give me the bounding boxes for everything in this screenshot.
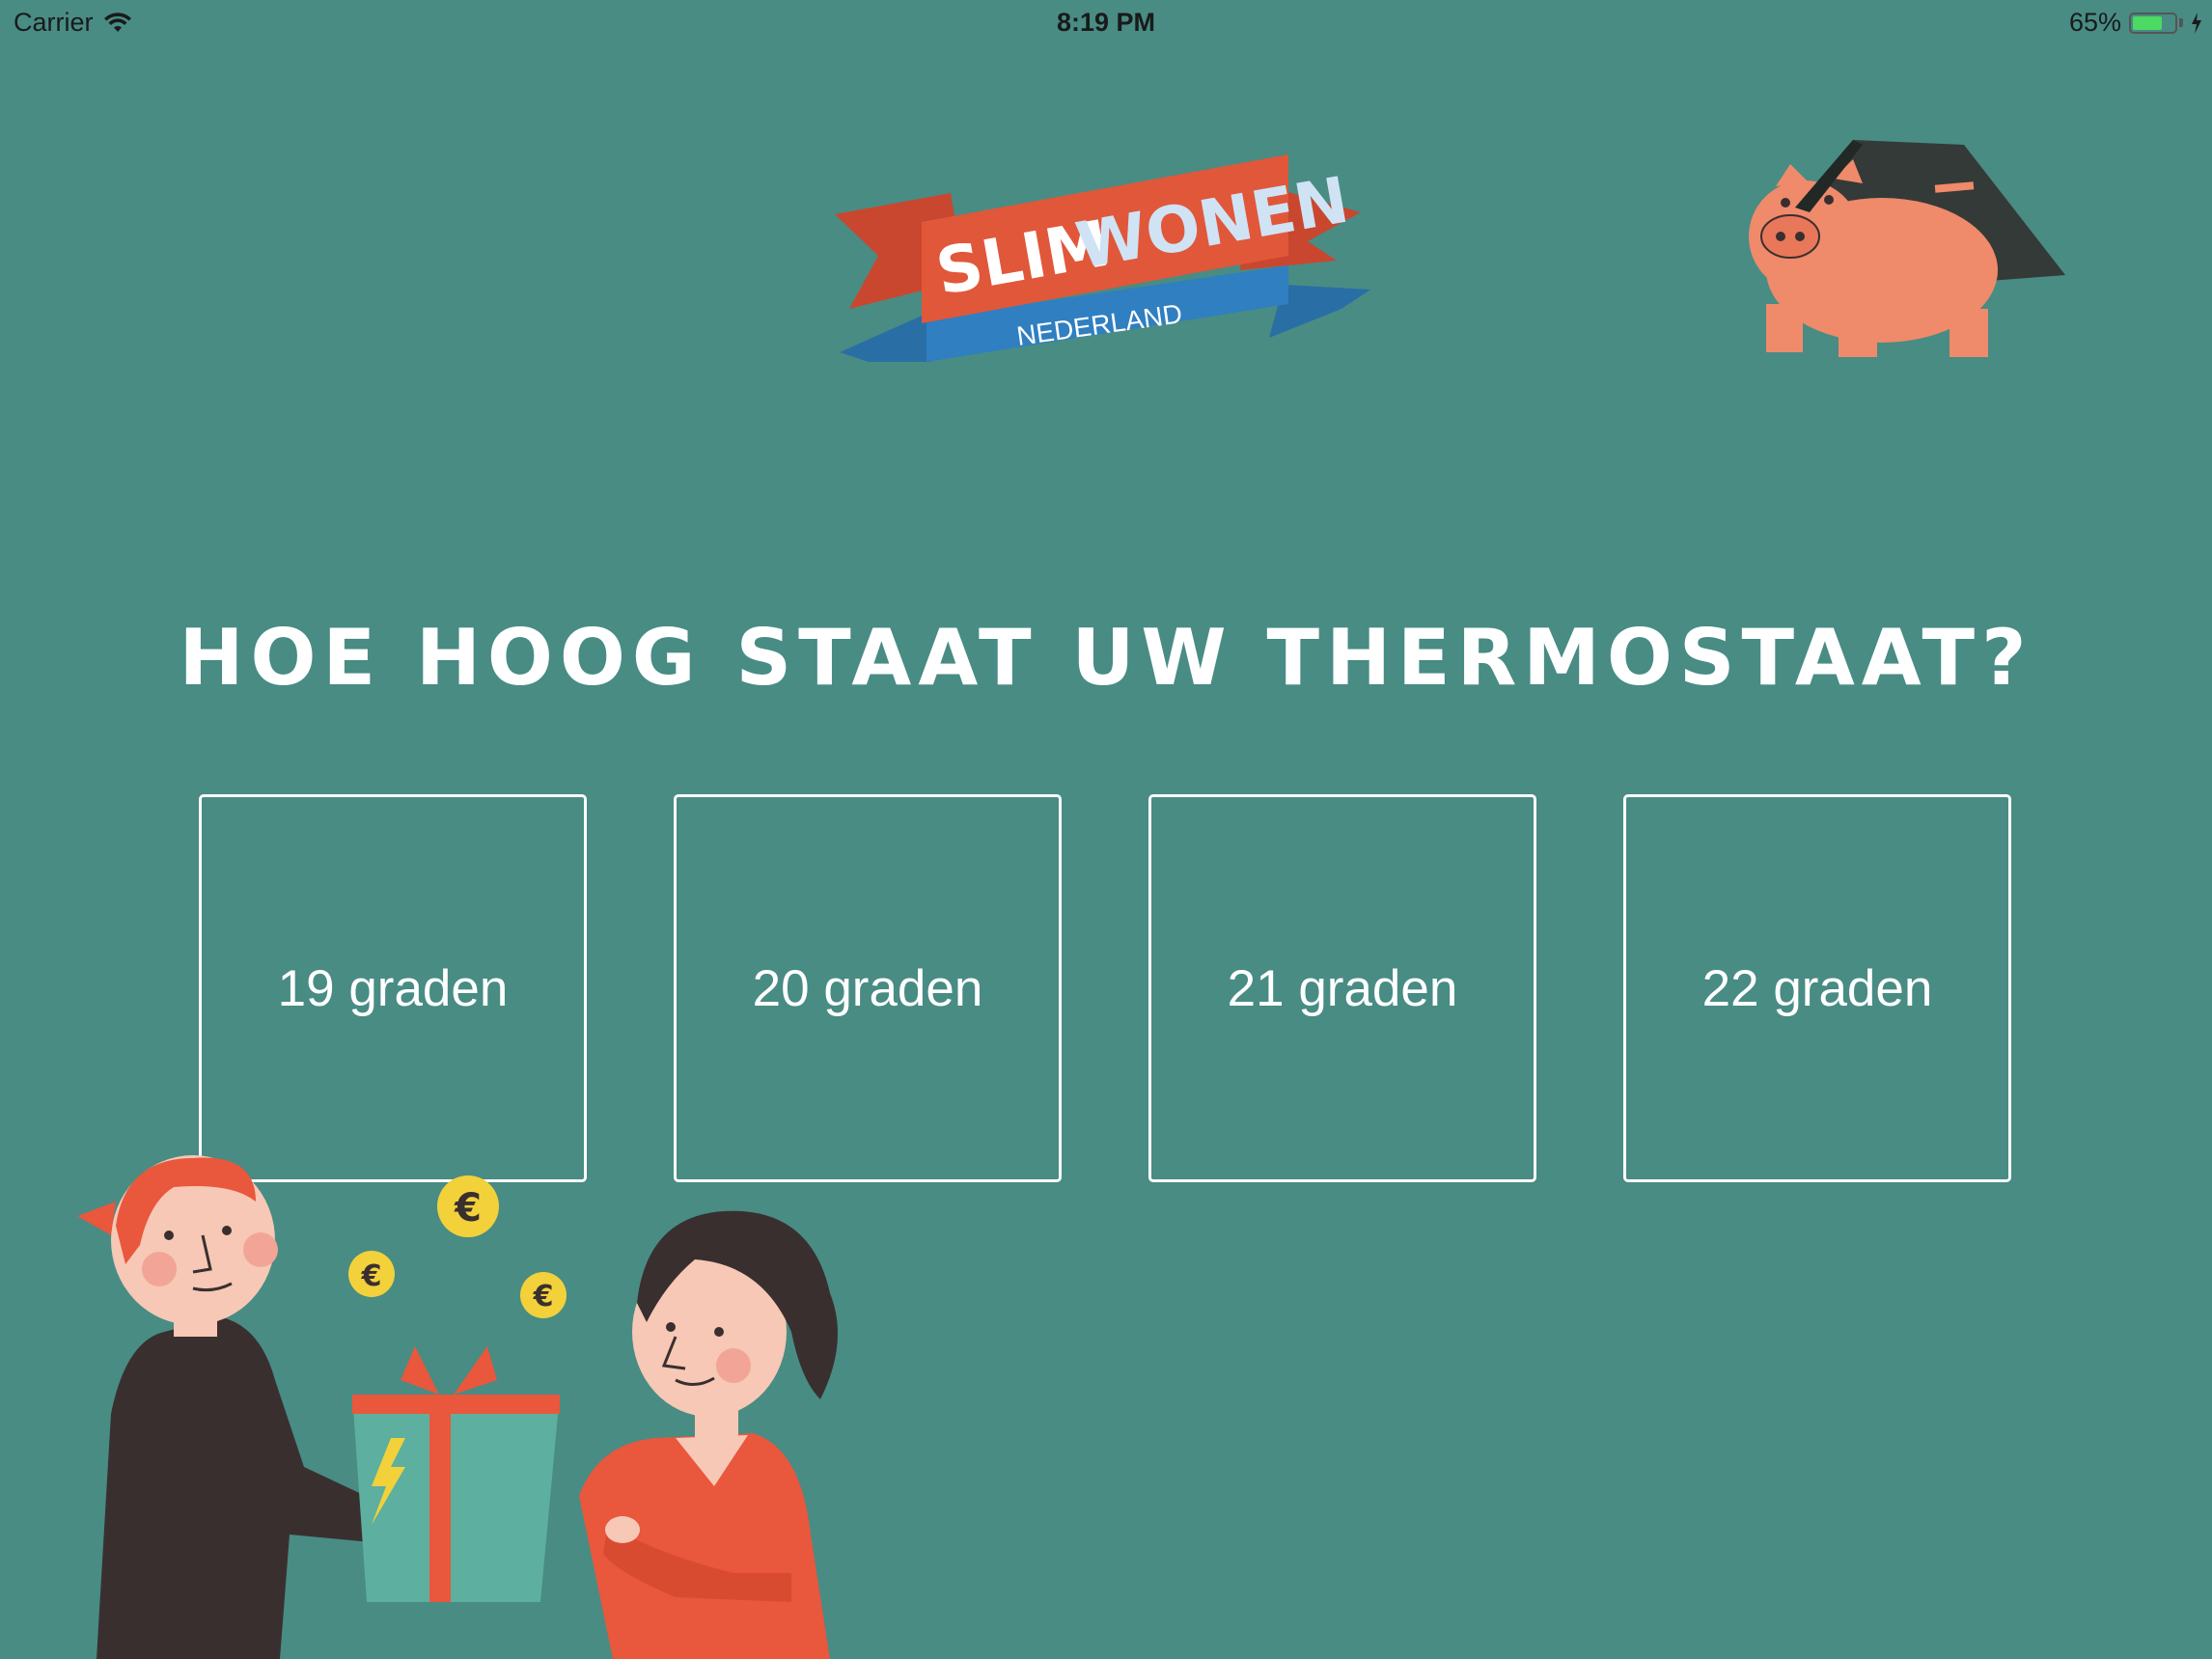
battery-fill (2133, 15, 2162, 30)
svg-text:€: € (533, 1280, 554, 1313)
woman-figure (579, 1210, 838, 1659)
gift-icon (352, 1346, 560, 1602)
question-heading: HOE HOOG STAAT UW THERMOSTAAT? (179, 613, 2033, 703)
piggy-bank-house-icon (1749, 140, 2065, 357)
options-grid: 19 graden 20 graden 21 graden 22 graden (199, 794, 2013, 1182)
status-right: 65% (2069, 8, 2202, 38)
option-20-graden[interactable]: 20 graden (674, 794, 1062, 1182)
status-bar: Carrier 8:19 PM 65% (0, 0, 2212, 46)
battery-percent: 65% (2068, 8, 2121, 37)
status-time: 8:19 PM (1056, 8, 1156, 37)
battery-icon (2129, 12, 2177, 34)
coin-icon: € (348, 1251, 395, 1297)
gift-illustration: € € € (77, 1155, 838, 1659)
charging-bolt-icon (2192, 12, 2201, 34)
battery-nub (2179, 18, 2183, 27)
coin-icon: € (520, 1272, 567, 1318)
svg-text:€: € (454, 1186, 482, 1230)
option-21-graden[interactable]: 21 graden (1148, 794, 1536, 1182)
svg-text:€: € (361, 1259, 382, 1293)
slimwonen-logo: SLIM WONEN NEDERLAND (835, 154, 1370, 362)
coin-icon: € (437, 1175, 499, 1237)
option-22-graden[interactable]: 22 graden (1623, 794, 2011, 1182)
option-19-graden[interactable]: 19 graden (199, 794, 587, 1182)
